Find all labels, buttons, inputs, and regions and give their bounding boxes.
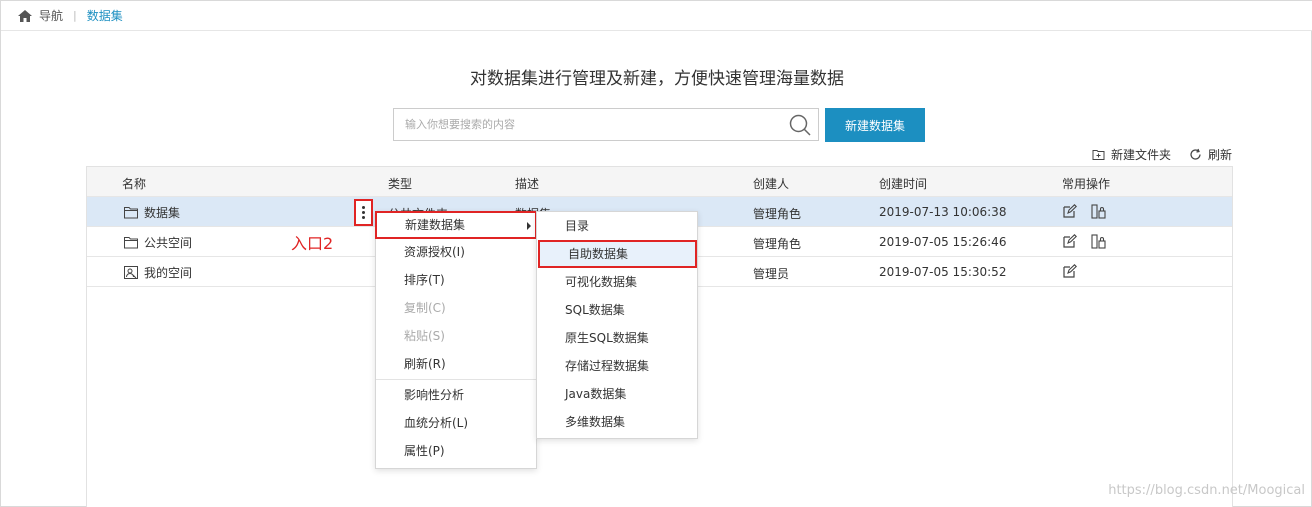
- menu-item-impact-analysis[interactable]: 影响性分析: [376, 381, 536, 409]
- submenu-item-self-service[interactable]: 自助数据集: [538, 240, 697, 268]
- table-header: 名称 类型 描述 创建人 创建时间 常用操作: [87, 167, 1232, 197]
- permission-icon[interactable]: [1091, 204, 1106, 219]
- menu-item-refresh[interactable]: 刷新(R): [376, 350, 536, 378]
- menu-item-paste[interactable]: 粘贴(S): [376, 322, 536, 350]
- menu-item-resource-auth[interactable]: 资源授权(I): [376, 238, 536, 266]
- row-created: 2019-07-05 15:26:46: [879, 235, 1007, 249]
- new-folder-button[interactable]: 新建文件夹: [1092, 146, 1171, 163]
- row-creator: 管理角色: [753, 207, 802, 221]
- more-dot: [362, 211, 365, 214]
- breadcrumb-nav[interactable]: 导航: [39, 7, 63, 24]
- search-box: [393, 108, 819, 141]
- row-name[interactable]: 我的空间: [124, 264, 192, 281]
- annotation-label: 入口2: [291, 234, 334, 253]
- submenu-item-stored-procedure[interactable]: 存储过程数据集: [537, 352, 697, 380]
- context-menu: 新建数据集 资源授权(I) 排序(T) 复制(C) 粘贴(S) 刷新(R) 影响…: [375, 211, 537, 469]
- row-name-label: 公共空间: [144, 236, 193, 250]
- row-name-label: 我的空间: [144, 266, 193, 280]
- refresh-button[interactable]: 刷新: [1189, 146, 1232, 163]
- submenu-item-multidimensional[interactable]: 多维数据集: [537, 408, 697, 436]
- column-header-created[interactable]: 创建时间: [879, 175, 927, 192]
- refresh-icon: [1190, 148, 1201, 160]
- folder-icon: [124, 237, 138, 249]
- search-input[interactable]: [394, 109, 788, 140]
- edit-icon[interactable]: [1062, 234, 1077, 249]
- menu-item-label: 新建数据集: [405, 218, 466, 232]
- submenu-item-java[interactable]: Java数据集: [537, 380, 697, 408]
- edit-icon[interactable]: [1062, 264, 1077, 279]
- table-toolbar: 新建文件夹 刷新: [1074, 146, 1232, 163]
- column-header-desc[interactable]: 描述: [515, 175, 539, 192]
- column-header-name[interactable]: 名称: [122, 175, 146, 192]
- menu-item-sort[interactable]: 排序(T): [376, 266, 536, 294]
- new-dataset-submenu: 目录 自助数据集 可视化数据集 SQL数据集 原生SQL数据集 存储过程数据集 …: [536, 211, 698, 439]
- row-created: 2019-07-05 15:30:52: [879, 265, 1007, 279]
- menu-item-new-dataset[interactable]: 新建数据集: [375, 211, 537, 239]
- submenu-item-native-sql[interactable]: 原生SQL数据集: [537, 324, 697, 352]
- more-actions-button[interactable]: [354, 199, 373, 226]
- new-folder-icon: [1092, 150, 1105, 160]
- new-folder-label: 新建文件夹: [1110, 148, 1171, 162]
- page-headline: 对数据集进行管理及新建，方便快速管理海量数据: [470, 69, 844, 89]
- menu-item-copy[interactable]: 复制(C): [376, 294, 536, 322]
- row-creator: 管理角色: [753, 237, 802, 251]
- submenu-item-visual[interactable]: 可视化数据集: [537, 268, 697, 296]
- row-creator: 管理员: [753, 267, 790, 281]
- submenu-item-sql[interactable]: SQL数据集: [537, 296, 697, 324]
- search-icon[interactable]: [788, 113, 812, 137]
- row-name[interactable]: 数据集: [124, 204, 180, 221]
- home-icon[interactable]: [17, 9, 33, 23]
- row-name[interactable]: 公共空间: [124, 234, 192, 251]
- new-dataset-button[interactable]: 新建数据集: [825, 108, 925, 142]
- menu-item-lineage-analysis[interactable]: 血统分析(L): [376, 409, 536, 437]
- permission-icon[interactable]: [1091, 234, 1106, 249]
- app-frame: 导航 | 数据集 对数据集进行管理及新建，方便快速管理海量数据 新建数据集 新建…: [0, 0, 1312, 507]
- row-created: 2019-07-13 10:06:38: [879, 205, 1007, 219]
- column-header-actions: 常用操作: [1062, 177, 1111, 191]
- breadcrumb-separator: |: [73, 9, 77, 22]
- more-dot: [362, 216, 365, 219]
- refresh-label: 刷新: [1207, 148, 1232, 162]
- column-header-type[interactable]: 类型: [388, 175, 412, 192]
- breadcrumb-current[interactable]: 数据集: [87, 7, 123, 24]
- row-name-label: 数据集: [144, 206, 181, 220]
- menu-separator: [376, 379, 536, 380]
- edit-icon[interactable]: [1062, 204, 1077, 219]
- watermark: https://blog.csdn.net/Moogical: [1108, 483, 1305, 498]
- submenu-arrow-icon: [527, 222, 531, 230]
- folder-icon: [124, 207, 138, 219]
- submenu-item-directory[interactable]: 目录: [537, 212, 697, 240]
- column-header-creator[interactable]: 创建人: [753, 175, 789, 192]
- breadcrumb: 导航 | 数据集: [1, 1, 1312, 31]
- more-dot: [362, 206, 365, 209]
- personal-space-icon: [124, 266, 138, 279]
- menu-item-properties[interactable]: 属性(P): [376, 437, 536, 465]
